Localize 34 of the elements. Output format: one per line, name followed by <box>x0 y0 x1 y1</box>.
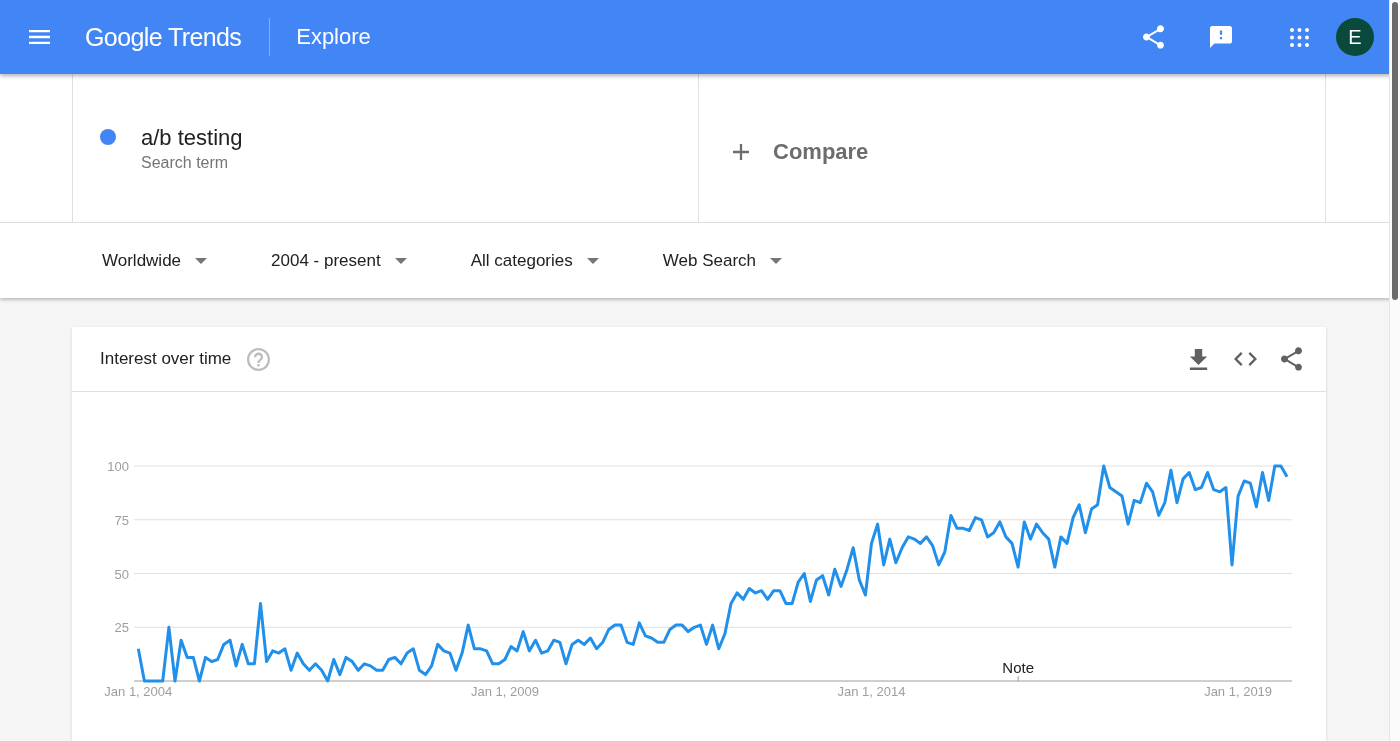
feedback-icon[interactable] <box>1210 26 1232 48</box>
page-title: Explore <box>296 24 371 50</box>
filter-dropdown[interactable]: Worldwide <box>102 250 208 271</box>
x-axis-label: Jan 1, 2019 <box>1204 684 1273 699</box>
compare-button[interactable]: Compare <box>733 139 869 165</box>
account-avatar[interactable]: E <box>1336 18 1374 56</box>
caret-icon <box>394 257 407 264</box>
x-axis-label: Jan 1, 2009 <box>470 684 539 699</box>
code-icon[interactable] <box>1234 352 1257 366</box>
filter-dropdown[interactable]: 2004 - present <box>271 250 407 271</box>
menu-icon[interactable] <box>29 30 50 44</box>
logo[interactable]: Google Trends <box>85 22 242 52</box>
chart-note[interactable]: Note <box>1002 659 1034 676</box>
caret-icon <box>770 257 782 264</box>
y-axis-label: 75 <box>114 512 129 528</box>
card-title: Interest over time <box>100 349 232 369</box>
caret-icon <box>195 257 208 264</box>
filter-dropdown[interactable]: Web Search <box>662 250 782 271</box>
x-axis-label: Jan 1, 2014 <box>837 684 906 699</box>
caret-icon <box>586 257 599 264</box>
y-axis-label: 25 <box>114 620 129 636</box>
share-icon[interactable] <box>1143 25 1164 49</box>
filter-dropdown[interactable]: All categories <box>470 250 599 271</box>
plus-icon <box>733 144 749 160</box>
share-icon[interactable] <box>1281 347 1302 371</box>
scrollbar-thumb[interactable] <box>1392 2 1398 300</box>
download-icon[interactable] <box>1189 348 1208 370</box>
y-axis-label: 100 <box>107 459 129 474</box>
help-icon[interactable] <box>247 347 271 371</box>
term-caption: Search term <box>141 154 230 172</box>
apps-icon[interactable] <box>1290 27 1309 47</box>
search-term[interactable]: a/b testing <box>141 125 243 151</box>
y-axis-label: 50 <box>114 566 129 582</box>
x-axis-label: Jan 1, 2004 <box>104 684 173 699</box>
